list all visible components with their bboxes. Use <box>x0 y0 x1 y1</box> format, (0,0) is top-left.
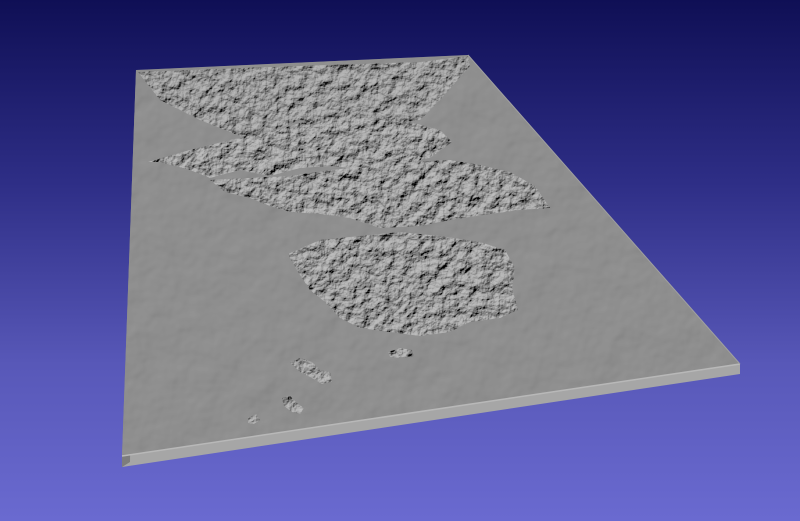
3d-viewport[interactable] <box>0 0 800 521</box>
terrain-model-view <box>121 54 741 467</box>
